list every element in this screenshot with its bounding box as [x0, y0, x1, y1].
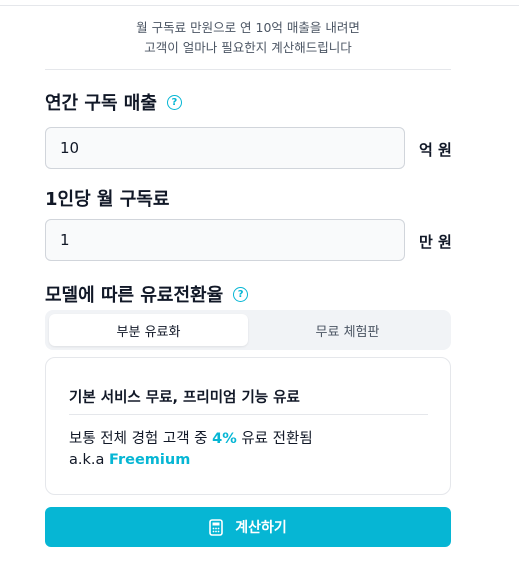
annual-revenue-input[interactable]: 10 — [45, 127, 405, 169]
monthly-fee-unit: 만 원 — [419, 233, 452, 251]
top-divider — [0, 5, 519, 6]
rate-prefix: 보통 전체 경험 고객 중 — [69, 431, 208, 447]
tab-free-trial[interactable]: 무료 체험판 — [248, 314, 447, 346]
conversion-rate-value: 4% — [212, 431, 237, 447]
calculator-icon — [209, 518, 224, 536]
card-divider — [69, 414, 428, 415]
tab-partial-paid[interactable]: 부분 유료화 — [49, 314, 248, 346]
calculate-button[interactable]: 계산하기 — [45, 507, 451, 547]
aka-prefix: a.k.a — [69, 452, 105, 468]
intro-line-1: 월 구독료 만원으로 연 10억 매출을 내려면 — [136, 20, 360, 35]
annual-revenue-unit: 억 원 — [419, 141, 452, 159]
model-info-card: 기본 서비스 무료, 프리미엄 기능 유료 보통 전체 경험 고객 중 4% 유… — [45, 357, 451, 495]
question-circle-icon[interactable]: ? — [166, 94, 182, 110]
annual-revenue-label: 연간 구독 매출 ? — [45, 89, 182, 115]
annual-revenue-value: 10 — [60, 139, 80, 157]
intro-text: 월 구독료 만원으로 연 10억 매출을 내려면 고객이 얼마나 필요한지 계산… — [45, 18, 451, 58]
annual-revenue-label-text: 연간 구독 매출 — [45, 93, 157, 114]
question-circle-icon[interactable]: ? — [233, 286, 249, 302]
conversion-model-tabs: 부분 유료화 무료 체험판 — [45, 310, 451, 350]
model-term: Freemium — [109, 452, 191, 468]
monthly-fee-input[interactable]: 1 — [45, 219, 405, 261]
model-aka-text: a.k.a Freemium — [69, 452, 190, 468]
monthly-fee-label: 1인당 월 구독료 — [45, 185, 169, 211]
intro-divider — [45, 69, 451, 70]
monthly-fee-value: 1 — [60, 231, 70, 249]
intro-line-2: 고객이 얼마나 필요한지 계산해드립니다 — [144, 40, 352, 55]
conversion-rate-text: 보통 전체 경험 고객 중 4% 유료 전환됨 — [69, 427, 313, 448]
conversion-label: 모델에 따른 유료전환율 ? — [45, 281, 249, 307]
card-title: 기본 서비스 무료, 프리미엄 기능 유료 — [69, 390, 300, 406]
monthly-fee-label-text: 1인당 월 구독료 — [45, 189, 170, 210]
rate-suffix: 유료 전환됨 — [241, 431, 313, 447]
calculate-button-label: 계산하기 — [235, 520, 287, 536]
conversion-label-text: 모델에 따른 유료전환율 — [45, 285, 224, 306]
